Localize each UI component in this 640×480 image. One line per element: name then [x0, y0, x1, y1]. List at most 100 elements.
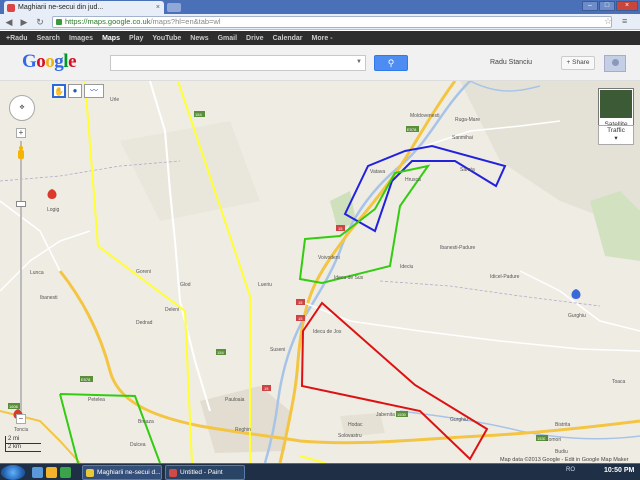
url-input[interactable]: https://maps.google.co.uk/maps?hl=en&tab… [52, 16, 612, 28]
tab-close-icon[interactable]: × [156, 1, 160, 14]
map-canvas[interactable]: 154 E578 15 15 154 15 E578 1606 15 1530 … [0, 81, 640, 463]
new-tab-button[interactable] [167, 3, 181, 12]
label-jabenita: Jabenita [376, 412, 395, 418]
gbar-item-maps[interactable]: Maps [102, 35, 120, 42]
gbar-item-calendar[interactable]: Calendar [273, 35, 303, 42]
url-path: /maps?hl=en&tab=wl [150, 17, 221, 26]
traffic-toggle[interactable]: Traffic ▾ [598, 125, 634, 145]
label-vatava: Vatava [370, 169, 385, 175]
line-tool-icon[interactable]: 〰 [84, 84, 104, 98]
taskbar: Maghiarii ne-secui d... Untitled - Paint… [0, 463, 640, 480]
svg-text:E578: E578 [81, 377, 91, 382]
search-button[interactable]: ⚲ [374, 55, 408, 71]
search-icon: ⚲ [387, 58, 395, 68]
taskbar-item-label: Untitled - Paint [180, 469, 223, 476]
zoom-in-button[interactable]: + [16, 128, 26, 138]
svg-text:154: 154 [195, 112, 202, 117]
start-button[interactable] [1, 465, 25, 480]
gbar-item-search[interactable]: Search [37, 35, 60, 42]
satellite-toggle[interactable]: Satellite [598, 88, 634, 130]
gbar-item-play[interactable]: Play [129, 35, 143, 42]
tab-title: Maghiarii ne-secui din jud... [18, 4, 104, 11]
svg-text:154: 154 [217, 350, 224, 355]
paint-icon [169, 469, 177, 477]
svg-text:E578: E578 [407, 127, 417, 132]
taskbar-item-chrome[interactable]: Maghiarii ne-secui d... [82, 465, 162, 480]
label-hrusca: Hrusca [405, 177, 421, 183]
media-icon[interactable] [60, 467, 71, 478]
address-bar-row: ◀ ▶ ↻ https://maps.google.co.uk/maps?hl=… [0, 14, 640, 30]
label-moldovenesti: Moldovenesti [410, 113, 439, 119]
pegman-icon[interactable] [17, 146, 25, 160]
label-pauloaia: Pauloaia [225, 397, 245, 403]
label-reghin: Reghin [235, 427, 251, 433]
scale-mi: 2 mi [5, 436, 41, 444]
explorer-icon[interactable] [46, 467, 57, 478]
gbar-item-youtube[interactable]: YouTube [152, 35, 181, 42]
label-toaca: Toaca [612, 379, 626, 385]
svg-text:15: 15 [298, 316, 303, 321]
gbar-item-more[interactable]: More - [312, 35, 333, 42]
pan-control[interactable]: ✥ [9, 95, 35, 121]
gbar-item-drive[interactable]: Drive [246, 35, 264, 42]
svg-text:1530: 1530 [397, 412, 407, 417]
label-budiu: Budiu [555, 449, 568, 455]
forward-icon[interactable]: ▶ [18, 16, 30, 28]
maximize-button[interactable]: □ [599, 1, 615, 11]
pan-arrows-icon: ✥ [19, 105, 25, 111]
zoom-out-button[interactable]: − [16, 414, 26, 424]
back-icon[interactable]: ◀ [3, 16, 15, 28]
show-desktop-icon[interactable] [32, 467, 43, 478]
map-scale: 2 mi 2 km [5, 436, 41, 452]
label-goreni: Goreni [136, 269, 151, 275]
reload-icon[interactable]: ↻ [34, 16, 46, 28]
minimize-button[interactable]: – [582, 1, 598, 11]
label-urle: Urle [110, 97, 119, 103]
map-tools: ✋ ● 〰 [52, 84, 104, 98]
share-button[interactable]: + Share [561, 56, 595, 70]
label-tonciu: Tonciu [14, 427, 29, 433]
google-logo[interactable]: Google [22, 51, 76, 73]
label-dulcea: Dulcea [130, 442, 146, 448]
browser-tab-strip: Maghiarii ne-secui din jud... × – □ × [0, 0, 640, 14]
placemark-tool-icon[interactable]: ● [68, 84, 82, 98]
hand-tool-icon[interactable]: ✋ [52, 84, 66, 98]
label-lorga: Logig [47, 207, 59, 213]
tray-language[interactable]: RO [566, 467, 575, 473]
zoom-slider-handle[interactable] [16, 201, 26, 207]
wrench-menu-icon[interactable]: ≡ [622, 16, 627, 26]
svg-text:15: 15 [338, 226, 343, 231]
label-ghiolu: Gurghiu [568, 313, 586, 319]
window-controls: – □ × [582, 1, 638, 11]
bookmark-star-icon[interactable]: ☆ [604, 16, 612, 27]
label-ibanesti-pad: Ibanesti-Padure [440, 245, 476, 251]
close-window-button[interactable]: × [616, 1, 638, 11]
label-lunca: Lunca [30, 270, 44, 276]
zoom-slider-track[interactable] [20, 141, 22, 411]
gbar-item-news[interactable]: News [190, 35, 208, 42]
browser-tab[interactable]: Maghiarii ne-secui din jud... × [4, 1, 164, 14]
label-hodac: Hodac [348, 422, 363, 428]
gbar-item-gmail[interactable]: Gmail [218, 35, 237, 42]
lock-icon [56, 19, 62, 25]
map-svg[interactable]: 154 E578 15 15 154 15 E578 1606 15 1530 … [0, 81, 640, 463]
maps-search-input[interactable] [110, 55, 366, 71]
label-bisteng: Bistrita [555, 422, 571, 428]
avatar[interactable] [604, 55, 626, 72]
label-solovastru: Solovastru [338, 433, 362, 439]
user-name[interactable]: Radu Stanciu [490, 59, 532, 66]
label-idicel-padure: Idicel-Padure [490, 274, 520, 280]
taskbar-item-paint[interactable]: Untitled - Paint [165, 465, 245, 480]
scale-km: 2 km [5, 444, 41, 452]
label-dedrad: Dedrad [136, 320, 153, 326]
label-comori: Comori [545, 437, 561, 443]
svg-text:15: 15 [298, 300, 303, 305]
gbar-item-images[interactable]: Images [69, 35, 93, 42]
gbar-item-plus[interactable]: +Radu [6, 35, 28, 42]
label-lueriu: Lueriu [258, 282, 272, 288]
label-sarata: Sarata [460, 167, 475, 173]
search-dropdown-icon[interactable]: ▼ [356, 59, 362, 65]
svg-text:1606: 1606 [9, 404, 19, 409]
clock[interactable]: 10:50 PM [604, 467, 634, 474]
label-sanmihai: Sanmihai [452, 135, 473, 141]
